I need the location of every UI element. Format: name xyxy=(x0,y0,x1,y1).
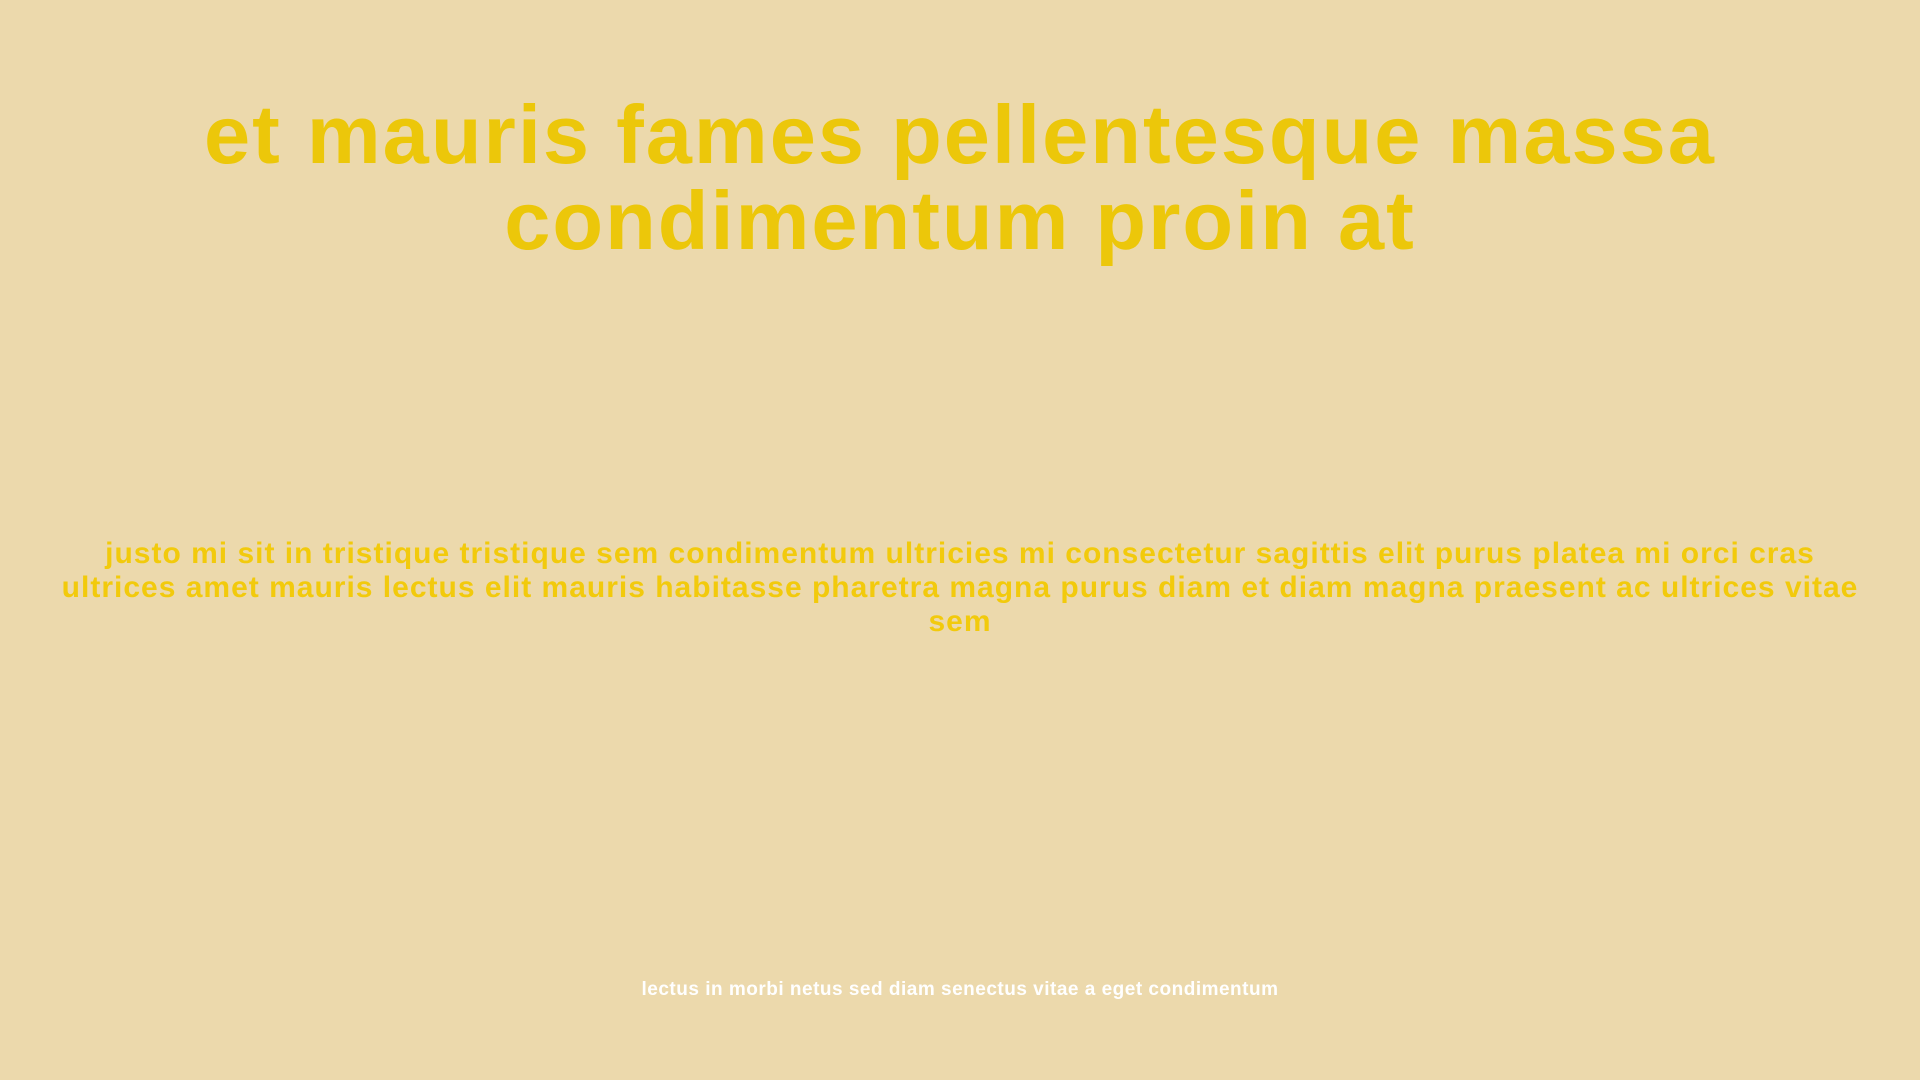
slide-body-text: justo mi sit in tristique tristique sem … xyxy=(61,537,1859,638)
slide-footer-text: lectus in morbi netus sed diam senectus … xyxy=(641,979,1279,1000)
slide-headline: et mauris fames pellentesque massa condi… xyxy=(204,88,1716,267)
slide-canvas: et mauris fames pellentesque massa condi… xyxy=(0,0,1920,1080)
